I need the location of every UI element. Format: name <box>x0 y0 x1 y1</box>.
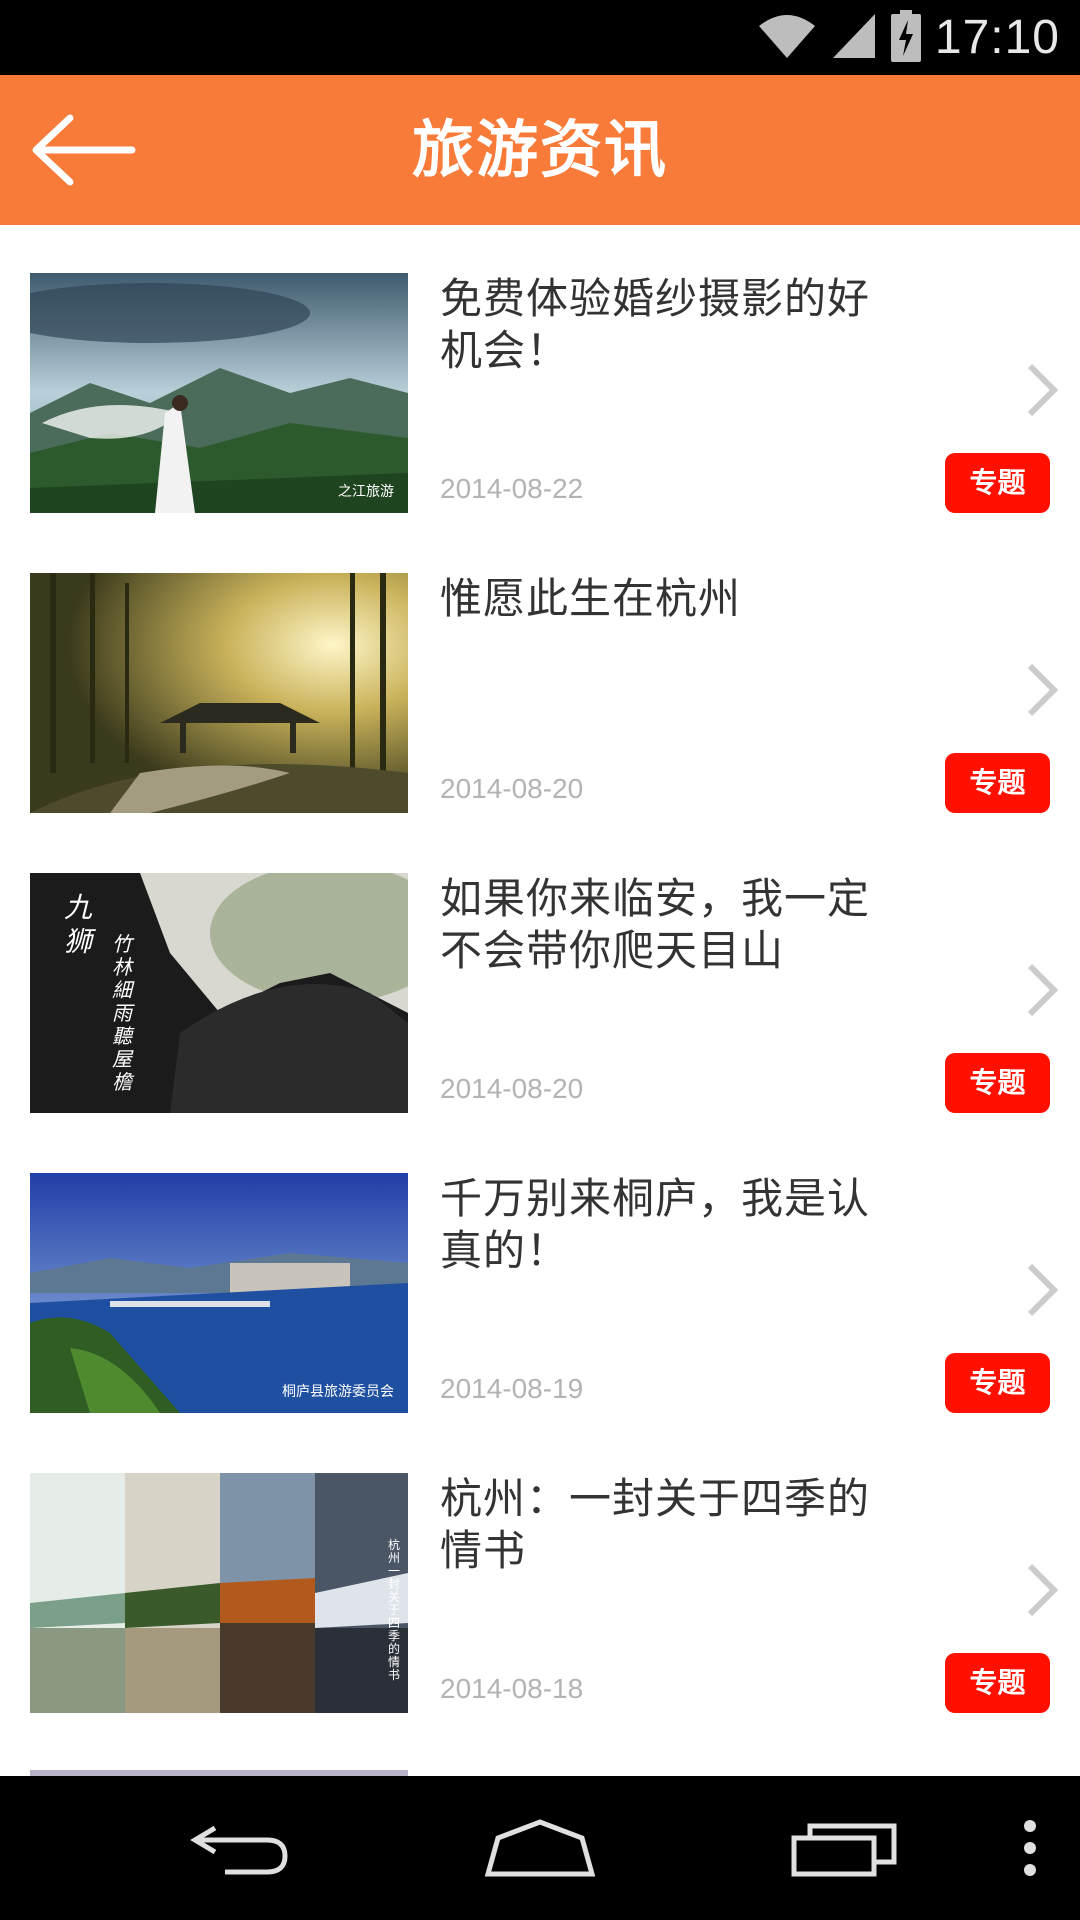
calligraphy-text: 九狮 <box>64 891 93 958</box>
battery-charging-icon <box>890 9 921 66</box>
nav-home-button[interactable] <box>470 1776 610 1920</box>
system-nav-bar <box>0 1776 1080 1920</box>
article-thumbnail: 九狮 竹林細雨聽屋檐 <box>30 873 408 1113</box>
chevron-right-icon <box>1027 663 1059 717</box>
article-date: 2014-08-22 <box>440 473 584 504</box>
topic-badge[interactable]: 专题 <box>945 1053 1050 1113</box>
chevron-right-icon <box>1027 963 1059 1017</box>
article-date: 2014-08-20 <box>440 773 584 804</box>
article-title[interactable]: 千万别来桐庐，我是认真的！ <box>440 1173 900 1277</box>
back-icon <box>190 1825 288 1875</box>
list-item[interactable]: 桐庐县旅游委员会 千万别来桐庐，我是认真的！ 2014-08-19 专题 <box>0 1125 1080 1425</box>
page-title: 旅游资讯 <box>411 113 668 186</box>
article-date: 2014-08-19 <box>440 1373 584 1404</box>
nav-back-button[interactable] <box>170 1776 310 1920</box>
topic-badge[interactable]: 专题 <box>945 753 1050 813</box>
recents-icon <box>791 1823 897 1877</box>
topic-badge[interactable]: 专题 <box>945 1653 1050 1713</box>
topic-badge[interactable]: 专题 <box>945 453 1050 513</box>
list-item[interactable]: 惟愿此生在杭州 2014-08-20 专题 <box>0 525 1080 825</box>
status-icons: 17:10 <box>757 0 1060 75</box>
article-thumbnail: 桐庐县旅游委员会 <box>30 1173 408 1413</box>
status-bar: 17:10 <box>0 0 1080 75</box>
calligraphy-text: 竹林細雨聽屋檐 <box>112 932 132 1094</box>
article-title[interactable]: 惟愿此生在杭州 <box>440 573 900 625</box>
list-item[interactable]: 之江旅游 免费体验婚纱摄影的好机会！ 2014-08-22 专题 <box>0 225 1080 525</box>
nav-menu-button[interactable] <box>1000 1776 1060 1920</box>
article-list[interactable]: 之江旅游 免费体验婚纱摄影的好机会！ 2014-08-22 专题 惟愿此生在杭州… <box>0 225 1080 1775</box>
chevron-right-icon <box>1027 363 1059 417</box>
article-title[interactable]: 免费体验婚纱摄影的好机会！ <box>440 273 900 377</box>
article-title[interactable]: 杭州：一封关于四季的情书 <box>440 1473 900 1577</box>
nav-recents-button[interactable] <box>775 1776 915 1920</box>
article-thumbnail <box>30 573 408 813</box>
chevron-right-icon <box>1027 1563 1059 1617</box>
list-item[interactable]: 九狮 竹林細雨聽屋檐 如果你来临安，我一定不会带你爬天目山 2014-08-20… <box>0 825 1080 1125</box>
chevron-right-icon <box>1027 1263 1059 1317</box>
topic-badge[interactable]: 专题 <box>945 1353 1050 1413</box>
article-thumbnail: 杭州 一封关于四季的情书 <box>30 1473 408 1713</box>
article-date: 2014-08-20 <box>440 1073 584 1104</box>
list-item[interactable]: 杭州 一封关于四季的情书 杭州：一封关于四季的情书 2014-08-18 专题 <box>0 1425 1080 1725</box>
wifi-icon <box>757 12 817 64</box>
vertical-text: 杭州 一封关于四季的情书 <box>388 1538 401 1682</box>
watermark: 桐庐县旅游委员会 <box>282 1384 394 1400</box>
article-thumbnail: 之江旅游 <box>30 273 408 513</box>
watermark: 之江旅游 <box>338 484 394 500</box>
signal-icon <box>831 12 877 64</box>
article-title[interactable]: 如果你来临安，我一定不会带你爬天目山 <box>440 873 900 977</box>
overflow-menu-icon <box>1024 1820 1036 1876</box>
article-date: 2014-08-18 <box>440 1673 584 1704</box>
status-time: 17:10 <box>934 11 1060 64</box>
app-header: 旅游资讯 <box>0 75 1080 225</box>
home-icon <box>484 1819 596 1877</box>
